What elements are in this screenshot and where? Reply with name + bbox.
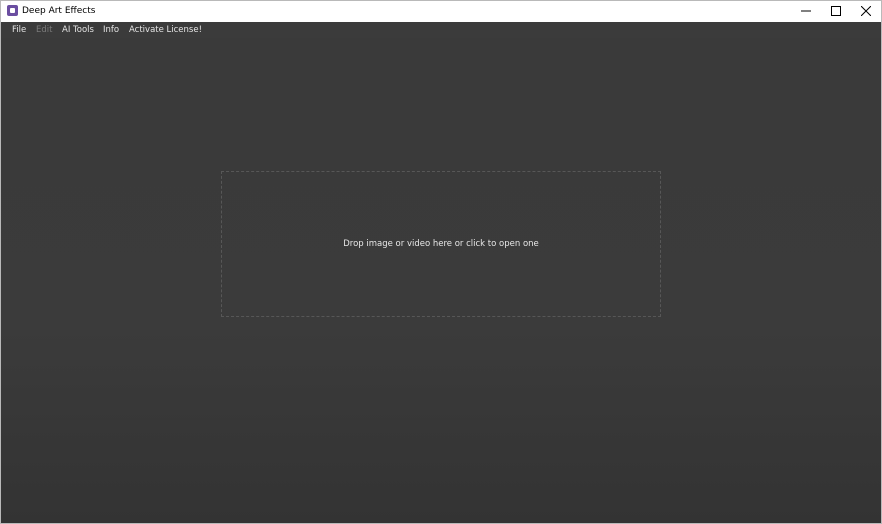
close-button[interactable] <box>851 1 881 22</box>
drop-zone-text: Drop image or video here or click to ope… <box>343 239 539 249</box>
window-title: Deep Art Effects <box>22 6 96 16</box>
app-window: Deep Art Effects File Edit AI Tools Info… <box>0 0 882 524</box>
menu-edit[interactable]: Edit <box>36 25 52 36</box>
menu-info[interactable]: Info <box>103 25 119 36</box>
menu-file[interactable]: File <box>12 25 26 36</box>
menu-activate-license[interactable]: Activate License! <box>129 25 202 36</box>
menu-bar: File Edit AI Tools Info Activate License… <box>1 22 881 38</box>
close-icon <box>861 6 871 16</box>
menu-ai-tools[interactable]: AI Tools <box>62 25 94 36</box>
title-bar[interactable]: Deep Art Effects <box>1 1 881 22</box>
minimize-button[interactable] <box>791 1 821 22</box>
workspace-canvas: Drop image or video here or click to ope… <box>1 38 881 523</box>
app-logo-icon <box>7 5 18 16</box>
maximize-button[interactable] <box>821 1 851 22</box>
maximize-icon <box>831 6 841 16</box>
drop-zone[interactable]: Drop image or video here or click to ope… <box>221 171 661 317</box>
minimize-icon <box>801 10 811 12</box>
